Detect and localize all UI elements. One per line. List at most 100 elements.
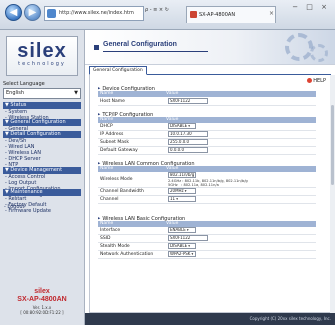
select-field[interactable]: DISABLE <box>168 123 196 130</box>
address-bar[interactable]: http://www.silex.ne/index.htm <box>44 6 144 21</box>
table-row: SSID SX0F1122 <box>98 235 316 243</box>
menu-group-title[interactable]: ▼ Detail Configuration <box>3 131 81 138</box>
field-label: Host Name <box>100 98 125 104</box>
browser-tab[interactable]: SX-AP-4800AN <box>186 6 276 23</box>
column-header: Value <box>166 221 179 226</box>
column-header: Value <box>166 91 179 96</box>
brand-name: silex <box>34 288 50 295</box>
select-field[interactable]: 11 <box>168 195 196 202</box>
column-header: Value <box>166 117 179 122</box>
table-row: Subnet Mask 255.0.0.0 <box>98 139 316 147</box>
window-controls[interactable]: − □ × <box>292 3 330 11</box>
field-value-cell: DISABLE <box>166 123 316 130</box>
table-row: Wireless Mode 802.11n/b/g2.4GHz : 802.11b… <box>98 172 316 188</box>
field-label: Interface <box>100 228 121 233</box>
menu-group-title[interactable]: ▼ Device Management <box>3 167 81 174</box>
field-label: Default Gateway <box>100 148 138 153</box>
page-icon <box>47 9 56 18</box>
select-field[interactable]: WPA2-PSK <box>168 251 196 258</box>
field-label: Subnet Mask <box>100 140 129 145</box>
field-label: SSID <box>100 236 111 241</box>
field-value-cell: 11 <box>166 195 316 203</box>
title-underline <box>103 51 208 52</box>
field-label: Network Authentication <box>100 252 154 257</box>
forward-button[interactable]: ▶ <box>24 4 41 21</box>
copyright: Copyright (C) 20xx silex technology, Inc… <box>249 316 331 321</box>
help-link[interactable]: HELP <box>307 78 326 84</box>
field-value-cell: 255.0.0.0 <box>166 139 316 146</box>
field-label: DHCP <box>100 124 113 129</box>
field-label: Channel <box>100 196 119 202</box>
field-value-cell: WPA2-PSK <box>166 251 316 258</box>
field-label: IP Address <box>100 132 124 137</box>
table-row: DHCP DISABLE <box>98 123 316 131</box>
menu-group-title[interactable]: ▼ Status <box>3 102 81 109</box>
language-select[interactable]: English ▼ <box>3 88 81 99</box>
select-field[interactable]: ENABLE <box>168 227 196 234</box>
scroll-thumb[interactable] <box>331 105 334 185</box>
column-header: Name <box>100 117 114 122</box>
gear-icon <box>285 33 313 61</box>
table-row: Channel 11 <box>98 195 316 204</box>
select-field[interactable]: 20MHz <box>168 187 196 194</box>
text-input[interactable]: SX0F1122 <box>168 97 208 104</box>
menu-group-title[interactable]: ▼ Maintenance <box>3 189 81 196</box>
field-label: Wireless Mode <box>100 176 133 182</box>
mac-address: [ 00:80:92:0D:F1:22 ] <box>20 310 64 315</box>
table-row: Interface ENABLE <box>98 227 316 235</box>
language-value: English <box>6 90 25 96</box>
page-banner: General Configuration <box>85 30 335 65</box>
table-row: IP Address 10.0.17.30 <box>98 131 316 139</box>
back-button[interactable]: ◀ <box>5 4 22 21</box>
browser-chrome: ◀ ▶ http://www.silex.ne/index.htm ρ - ≡ … <box>0 0 335 30</box>
text-input[interactable]: 10.0.17.30 <box>168 131 208 138</box>
text-input[interactable]: SX0F1122 <box>168 235 208 242</box>
field-label: Channel Bandwidth <box>100 188 144 194</box>
config-section: Wireless LAN Common ConfigurationNameVal… <box>98 160 316 204</box>
config-section: TCP/IP ConfigurationNameValueDHCPDISABLE… <box>98 111 316 155</box>
config-content: HELP Device ConfigurationNameValueHost N… <box>89 75 331 313</box>
field-value-cell: ENABLE <box>166 227 316 234</box>
field-value-cell: SX0F1122 <box>166 97 316 105</box>
main-panel: General Configuration General Configurat… <box>85 30 335 325</box>
sidebar: silex technology Select Language English… <box>0 30 85 325</box>
tab-general-configuration[interactable]: General Configuration <box>89 66 147 75</box>
model-info: silex SX-AP-4800AN Ver. 1.x.x [ 00:80:92… <box>6 288 78 315</box>
address-tools[interactable]: ρ - ≡ × ↻ <box>145 7 169 13</box>
help-icon <box>307 78 313 83</box>
footer: Copyright (C) 20xx silex technology, Inc… <box>85 313 335 325</box>
chevron-down-icon: ▼ <box>74 90 78 96</box>
table-row: Default Gateway 0.0.0.0 <box>98 147 316 155</box>
language-label: Select Language <box>3 81 45 87</box>
field-value-cell: 802.11n/b/g2.4GHz : 802.11b, 802.11n/b/g… <box>166 172 316 187</box>
tab-bar: General Configuration <box>89 66 331 75</box>
title-bullet-icon <box>94 45 99 50</box>
field-note: 2.4GHz : 802.11b, 802.11n/b/g, 802.11n/b… <box>168 178 248 187</box>
select-field[interactable]: 802.11n/b/g <box>168 172 196 178</box>
text-input[interactable]: 255.0.0.0 <box>168 139 208 146</box>
config-section: Device ConfigurationNameValueHost NameSX… <box>98 85 316 106</box>
select-field[interactable]: DISABLE <box>168 243 196 250</box>
silex-logo: silex technology <box>6 36 78 76</box>
column-header: Name <box>100 166 114 171</box>
page-title: General Configuration <box>103 41 177 48</box>
config-section: Wireless LAN Basic ConfigurationNameValu… <box>98 215 316 259</box>
table-row: Stealth Mode DISABLE <box>98 243 316 251</box>
model-name: SX-AP-4800AN <box>17 296 67 303</box>
table-row: Network Authentication WPA2-PSK <box>98 251 316 259</box>
column-header: Name <box>100 91 114 96</box>
field-value-cell: DISABLE <box>166 243 316 250</box>
scrollbar[interactable] <box>330 75 335 313</box>
logo-text: silex <box>17 40 67 62</box>
menu-group: ▼ Maintenance - Restart - Factory Default -… <box>3 189 81 214</box>
gear-small-icon <box>310 44 328 62</box>
field-value-cell: 10.0.17.30 <box>166 131 316 138</box>
tab-favicon-icon <box>190 11 197 18</box>
table-row: Host Name SX0F1122 <box>98 97 316 106</box>
table-row: Channel Bandwidth 20MHz <box>98 187 316 196</box>
tab-close-icon[interactable]: × <box>269 10 274 17</box>
menu-group-title[interactable]: ▼ General Configuration <box>3 119 81 126</box>
column-header: Name <box>100 221 114 226</box>
text-input[interactable]: 0.0.0.0 <box>168 147 208 154</box>
logout-link[interactable]: - Logout <box>4 204 25 210</box>
